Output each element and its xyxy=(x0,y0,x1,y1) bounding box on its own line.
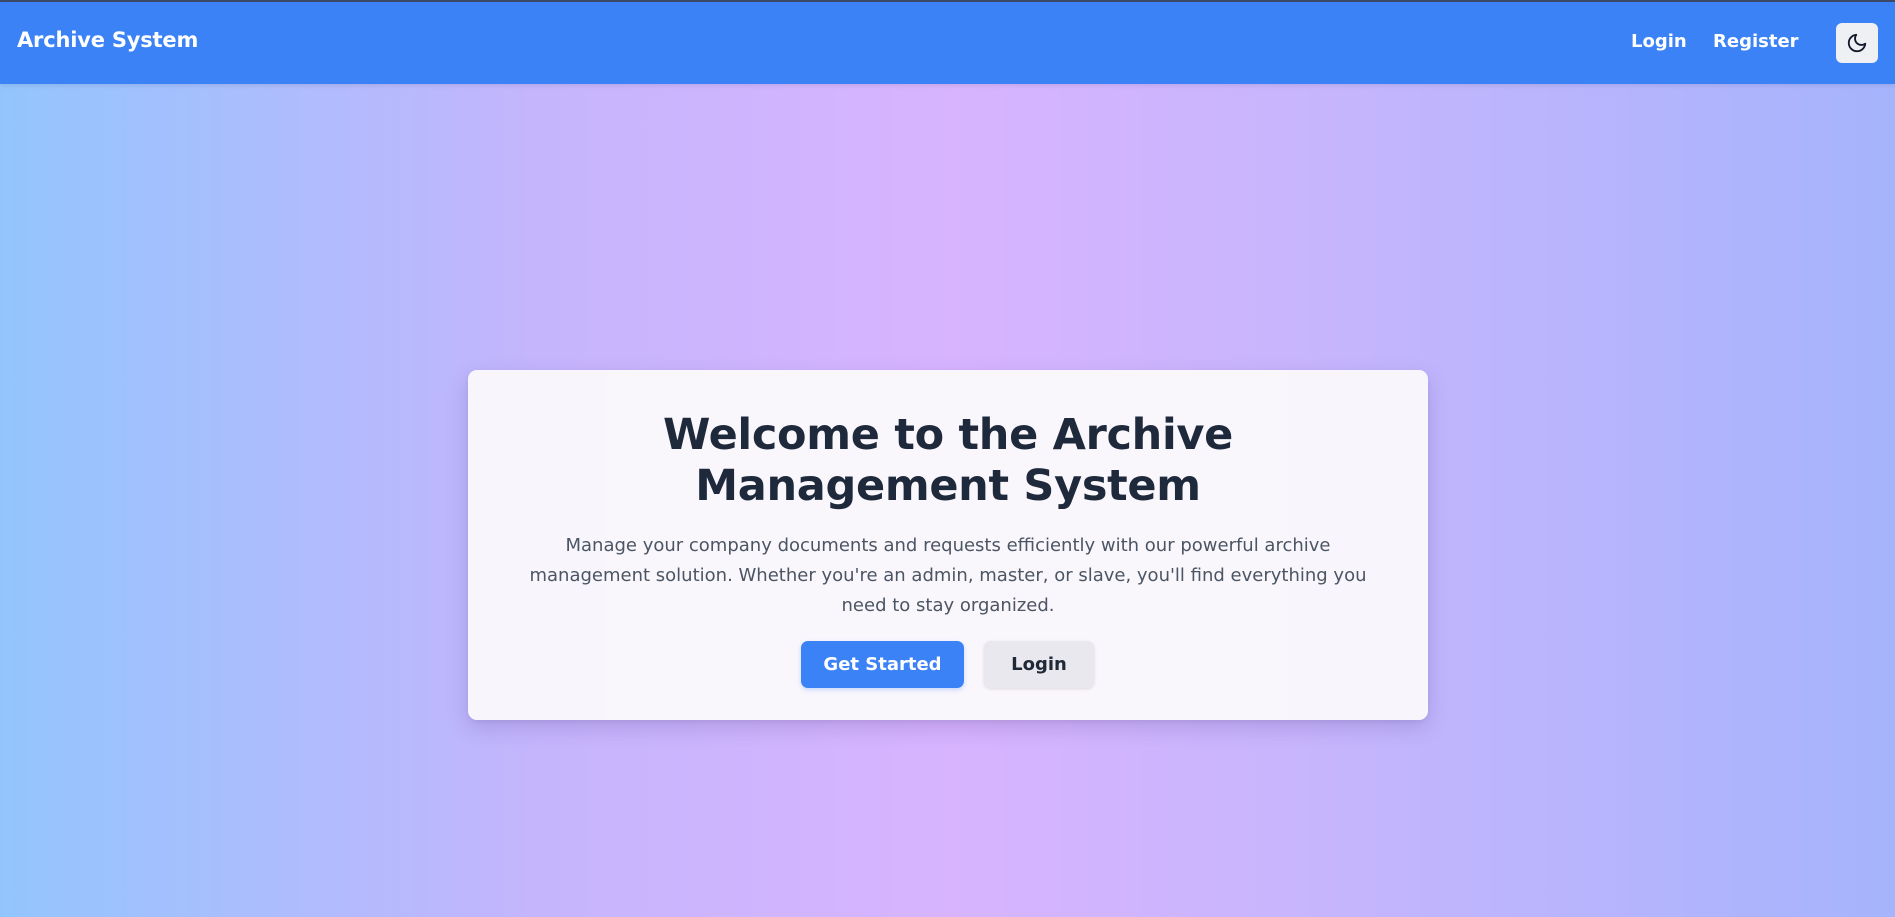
page-title: Welcome to the Archive Management System xyxy=(662,410,1234,511)
navbar: Archive System Login Register xyxy=(0,2,1895,84)
nav-login-link[interactable]: Login xyxy=(1631,31,1687,52)
get-started-button[interactable]: Get Started xyxy=(801,641,964,688)
brand-logo-text[interactable]: Archive System xyxy=(17,28,198,52)
welcome-description: Manage your company documents and reques… xyxy=(529,535,1367,616)
moon-icon xyxy=(1847,33,1867,53)
nav-register-link[interactable]: Register xyxy=(1713,31,1799,52)
page-background: Archive System Login Register Welcome to… xyxy=(0,0,1895,917)
login-button[interactable]: Login xyxy=(984,641,1094,688)
welcome-card: Welcome to the Archive Management System… xyxy=(468,370,1428,720)
theme-toggle-button[interactable] xyxy=(1836,23,1878,63)
